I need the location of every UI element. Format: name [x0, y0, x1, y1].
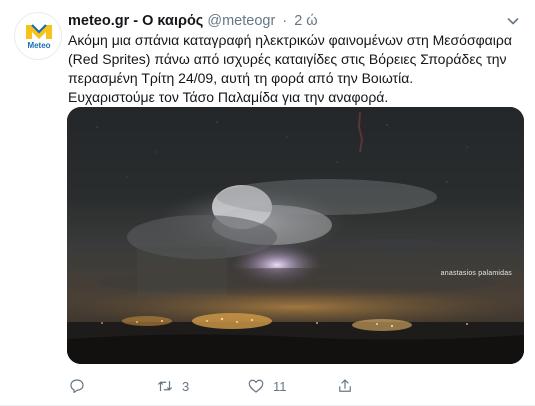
tweet-text: Ακόμη μια σπάνια καταγραφή ηλεκτρικών φα…: [68, 31, 526, 107]
tweet-actions: 3 11: [68, 375, 528, 397]
chevron-down-icon[interactable]: [505, 13, 521, 29]
tweet-text-line: περασμένη Τρίτη 24/09, αυτή τη φορά από …: [68, 70, 414, 86]
tweet-text-line: (Red Sprites) πάνω από ισχυρές καταιγίδε…: [68, 51, 507, 67]
retweet-button[interactable]: 3: [156, 375, 189, 397]
like-count: 11: [273, 378, 287, 394]
share-icon: [339, 379, 351, 392]
retweet-icon: [158, 380, 172, 392]
tweet-header: meteo.gr - Ο καιρός @meteogr · 2 ώ: [68, 11, 318, 31]
display-name[interactable]: meteo.gr - Ο καιρός: [68, 13, 203, 29]
heart-icon: [248, 379, 264, 393]
tweet-text-line: Ευχαριστούμε τον Τάσο Παλαμίδα για την α…: [68, 89, 389, 105]
tweet[interactable]: Meteo meteo.gr - Ο καιρός @meteogr · 2 ώ…: [0, 0, 535, 406]
retweet-count: 3: [182, 378, 190, 394]
night-storm-photo: [67, 107, 524, 364]
reply-button[interactable]: [68, 375, 94, 397]
separator-dot: ·: [282, 13, 288, 29]
user-handle[interactable]: @meteogr: [207, 13, 275, 29]
avatar-label: Meteo: [27, 41, 51, 50]
avatar[interactable]: Meteo: [14, 12, 62, 60]
like-button[interactable]: 11: [247, 375, 287, 397]
share-button[interactable]: [336, 375, 362, 397]
meteo-logo-icon: [26, 24, 52, 39]
tweet-photo[interactable]: anastasios palamidas: [67, 107, 524, 364]
photo-watermark: anastasios palamidas: [440, 270, 512, 277]
timestamp[interactable]: 2 ώ: [294, 13, 317, 29]
reply-icon: [70, 379, 84, 393]
tweet-text-line: Ακόμη μια σπάνια καταγραφή ηλεκτρικών φα…: [68, 32, 512, 48]
